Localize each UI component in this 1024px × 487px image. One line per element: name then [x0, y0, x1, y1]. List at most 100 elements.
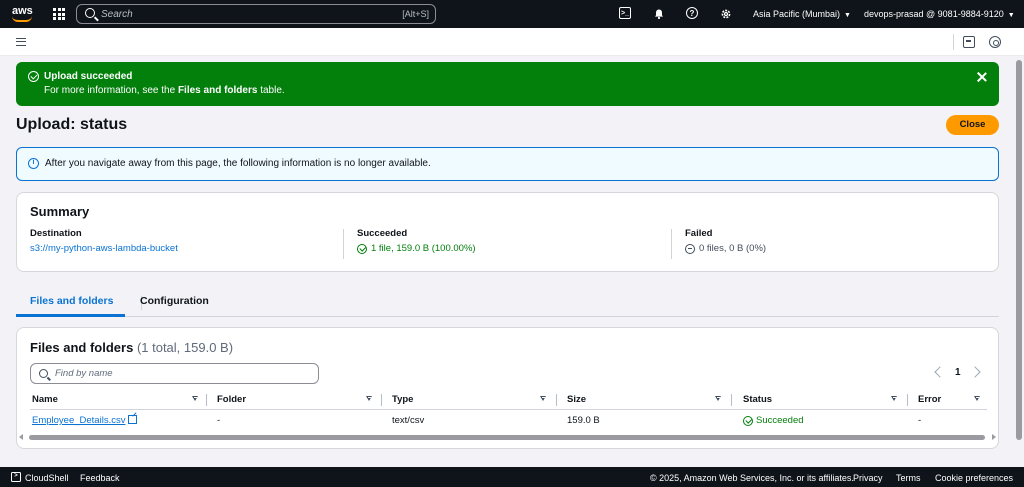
column-resizer[interactable]: [206, 394, 207, 406]
external-link-icon: [128, 415, 138, 424]
sort-caret-icon[interactable]: [192, 396, 198, 401]
file-name-link[interactable]: Employee_Details.csv: [32, 415, 138, 426]
destination-link[interactable]: s3://my-python-aws-lambda-bucket: [30, 243, 178, 254]
footer-cloudshell-link[interactable]: CloudShell: [25, 473, 69, 483]
footer-feedback-link[interactable]: Feedback: [80, 473, 120, 483]
failed-column: Failed 0 files, 0 B (0%): [685, 228, 766, 254]
column-header-name[interactable]: Name: [32, 394, 58, 405]
dismiss-close-icon[interactable]: [976, 71, 988, 83]
scrollbar-thumb[interactable]: [29, 435, 985, 440]
destination-column: Destination s3://my-python-aws-lambda-bu…: [30, 228, 178, 254]
tab-files-and-folders[interactable]: Files and folders: [30, 295, 113, 307]
column-header-error[interactable]: Error: [918, 394, 941, 405]
console-footer: > CloudShell Feedback © 2025, Amazon Web…: [0, 467, 1024, 487]
succeeded-value: 1 file, 159.0 B (100.00%): [371, 243, 476, 254]
pagination-prev-icon[interactable]: [934, 366, 946, 378]
find-by-name-filter[interactable]: [30, 363, 319, 384]
success-check-icon: [743, 415, 753, 426]
search-input[interactable]: [101, 7, 381, 21]
caret-down-icon: ▼: [844, 12, 851, 19]
aws-smile-mark: [12, 16, 32, 22]
summary-card: Summary Destination s3://my-python-aws-l…: [16, 192, 999, 272]
column-header-type[interactable]: Type: [392, 394, 413, 405]
destination-label: Destination: [30, 228, 82, 239]
footer-privacy-link[interactable]: Privacy: [853, 473, 883, 483]
info-alert: i After you navigate away from this page…: [16, 147, 999, 181]
neutral-minus-icon: [685, 243, 695, 254]
active-tab-indicator: [16, 314, 125, 317]
tab-configuration[interactable]: Configuration: [140, 295, 209, 307]
column-resizer[interactable]: [381, 394, 382, 406]
cell-folder: -: [217, 415, 221, 426]
files-title: Files and folders (1 total, 159.0 B): [30, 340, 234, 355]
region-label: Asia Pacific (Mumbai): [753, 9, 841, 19]
table-header-divider: [30, 409, 987, 410]
cell-size: 159.0 B: [567, 415, 600, 426]
column-resizer[interactable]: [556, 394, 557, 406]
scroll-right-icon[interactable]: [992, 434, 996, 440]
footer-terms-link[interactable]: Terms: [896, 473, 921, 483]
menu-icon[interactable]: [16, 38, 26, 46]
cloudshell-icon[interactable]: >: [11, 472, 21, 482]
column-resizer[interactable]: [907, 394, 908, 406]
sort-caret-icon[interactable]: [715, 396, 721, 401]
divider: [953, 34, 954, 50]
top-navigation: aws [Alt+S] >_ ? Asia Pacific (Mumbai)▼ …: [0, 0, 1024, 28]
column-header-size[interactable]: Size: [567, 394, 586, 405]
success-flashbar: Upload succeeded For more information, s…: [16, 62, 999, 106]
info-alert-text: After you navigate away from this page, …: [45, 158, 431, 169]
settings-gear-icon[interactable]: [719, 7, 733, 21]
failed-value: 0 files, 0 B (0%): [699, 243, 767, 254]
find-by-name-input[interactable]: [55, 367, 305, 380]
footer-copyright: © 2025, Amazon Web Services, Inc. or its…: [650, 473, 854, 483]
help-icon[interactable]: ?: [686, 7, 698, 19]
cell-type: text/csv: [392, 415, 425, 426]
region-selector[interactable]: Asia Pacific (Mumbai) ▼: [753, 9, 851, 19]
scroll-left-icon[interactable]: [19, 434, 23, 440]
search-icon: [85, 8, 95, 18]
account-menu[interactable]: devops-prasad @ 9081-9884-9120 ▼: [864, 9, 1015, 19]
preferences-icon[interactable]: [989, 36, 1001, 48]
services-grid-icon[interactable]: [53, 8, 65, 20]
success-check-icon: [357, 243, 367, 254]
succeeded-label: Succeeded: [357, 228, 408, 239]
divider: [671, 229, 672, 259]
files-count: (1 total, 159.0 B): [136, 340, 234, 355]
info-icon: i: [28, 158, 39, 169]
flash-title: Upload succeeded: [44, 71, 133, 82]
cell-error: -: [918, 415, 922, 426]
sort-caret-icon[interactable]: [974, 396, 980, 401]
aws-logo[interactable]: aws: [11, 5, 35, 23]
account-label: devops-prasad @ 9081-9884-9120: [864, 9, 1004, 19]
column-header-folder[interactable]: Folder: [217, 394, 246, 405]
status-text: Succeeded: [756, 415, 804, 426]
pagination-next-icon[interactable]: [969, 366, 981, 378]
column-header-status[interactable]: Status: [743, 394, 772, 405]
sort-caret-icon[interactable]: [891, 396, 897, 401]
tab-bar: Files and folders Configuration: [16, 289, 999, 317]
caret-down-icon: ▼: [1007, 12, 1015, 19]
page-scrollbar[interactable]: [1015, 56, 1024, 467]
notifications-bell-icon[interactable]: [652, 7, 666, 21]
divider: [343, 229, 344, 259]
pagination-page-number[interactable]: 1: [955, 367, 961, 378]
flash-link: Files and folders: [177, 85, 258, 96]
global-search[interactable]: [Alt+S]: [76, 4, 436, 24]
column-resizer[interactable]: [731, 394, 732, 406]
close-button[interactable]: Close: [946, 115, 999, 135]
console-subheader: [0, 28, 1024, 56]
sort-caret-icon[interactable]: [540, 396, 546, 401]
flash-description: For more information, see the Files and …: [44, 85, 285, 96]
sort-caret-icon[interactable]: [366, 396, 372, 401]
page-title: Upload: status: [16, 116, 128, 133]
side-panel-icon[interactable]: [963, 36, 975, 48]
files-and-folders-card: Files and folders (1 total, 159.0 B) 1 N…: [16, 327, 999, 449]
success-check-icon: [28, 71, 39, 82]
table-horizontal-scrollbar[interactable]: [19, 434, 996, 441]
footer-cookie-preferences-link[interactable]: Cookie preferences: [935, 473, 1013, 483]
search-shortcut-hint: [Alt+S]: [402, 9, 429, 19]
failed-label: Failed: [685, 228, 713, 239]
cloudshell-icon[interactable]: >_: [619, 7, 631, 19]
cell-status: Succeeded: [743, 415, 804, 426]
search-icon: [39, 369, 48, 378]
